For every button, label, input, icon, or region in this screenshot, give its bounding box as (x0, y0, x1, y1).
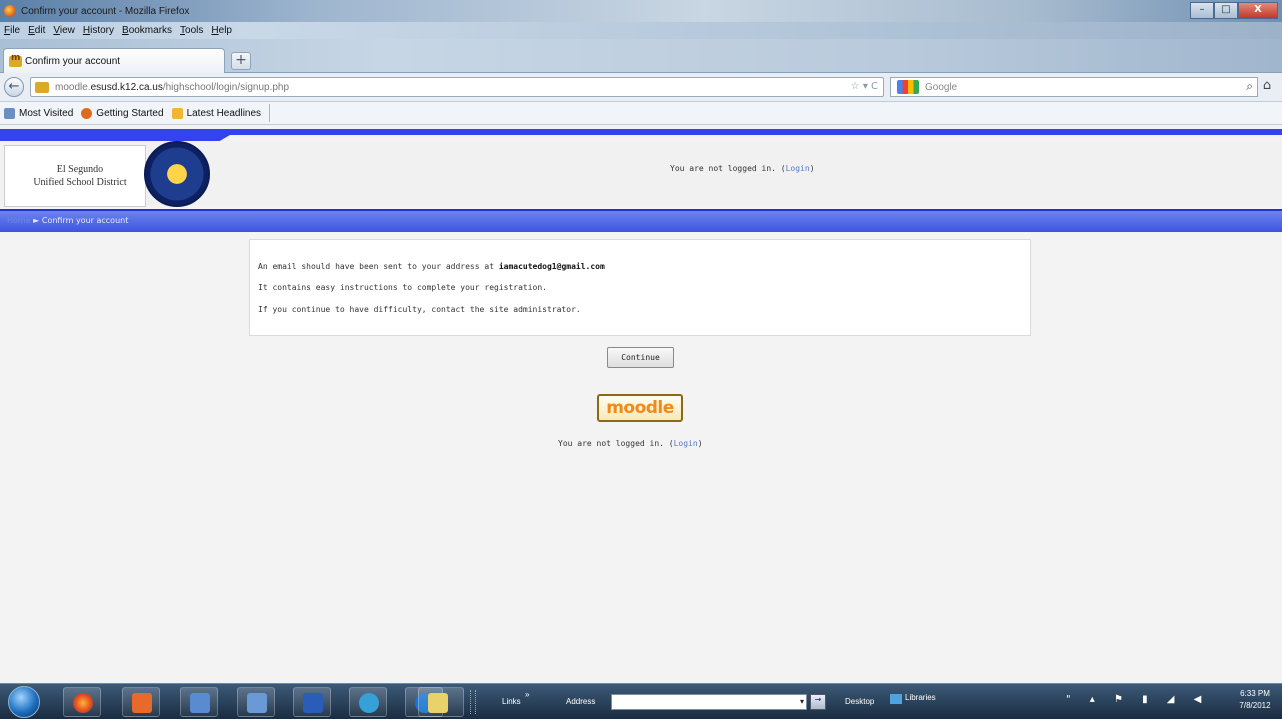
taskbar-explorer[interactable] (237, 687, 275, 717)
footer-login-info: You are not logged in. (Login) (558, 439, 703, 448)
window-titlebar: Confirm your account - Mozilla Firefox –… (0, 0, 1282, 22)
taskbar-separator (470, 690, 476, 714)
maximize-button[interactable]: □ (1214, 2, 1238, 19)
bookmarks-toolbar: Most Visited Getting Started Latest Head… (0, 102, 1282, 125)
window-controls: – □ X (1190, 2, 1278, 19)
libraries-icon (890, 694, 902, 704)
minimize-button[interactable]: – (1190, 2, 1214, 19)
taskbar-notes[interactable] (418, 687, 464, 717)
desktop-toolbar[interactable]: Desktop (845, 697, 874, 706)
dropdown-arrow-icon[interactable]: ▾ (800, 697, 804, 706)
instructions-message: It contains easy instructions to complet… (258, 283, 547, 292)
search-bar[interactable]: Google ⌕ (890, 77, 1258, 97)
links-toolbar[interactable]: Links (502, 697, 521, 706)
close-button[interactable]: X (1238, 2, 1278, 19)
tab-confirm-account[interactable]: Confirm your account (3, 48, 225, 73)
breadcrumb-bar: Home ► Confirm your account (0, 209, 1282, 232)
menu-edit[interactable]: Edit (28, 25, 45, 36)
continue-button[interactable]: Continue (607, 347, 674, 368)
taskbar-outlook[interactable] (180, 687, 218, 717)
school-logo[interactable]: El Segundo Unified School District (4, 145, 146, 207)
url-bar[interactable]: moodle.esusd.k12.ca.us/highschool/login/… (30, 77, 884, 97)
calendar-icon (132, 693, 152, 713)
login-link[interactable]: Login (786, 164, 810, 173)
window-title: Confirm your account - Mozilla Firefox (21, 5, 190, 17)
taskbar-paint[interactable] (349, 687, 387, 717)
start-button[interactable] (8, 686, 40, 718)
breadcrumb-separator: ► (33, 216, 40, 225)
search-input[interactable]: Google (925, 82, 957, 93)
clock-date: 7/8/2012 (1239, 701, 1271, 710)
bookmark-latest-headlines[interactable]: Latest Headlines (171, 107, 261, 119)
paint-icon (359, 693, 379, 713)
taskbar-calendar[interactable] (122, 687, 160, 717)
tab-bar: Confirm your account + (0, 39, 1282, 73)
taskbar-firefox[interactable] (63, 687, 101, 717)
back-button[interactable]: ← (4, 77, 24, 97)
clock[interactable]: 6:33 PM 7/8/2012 (1233, 688, 1277, 712)
tab-label: Confirm your account (25, 55, 121, 67)
firefox-icon (73, 693, 93, 713)
system-tray-icons[interactable]: " ▴ ⚑ ▮ ◢ ◀ (1066, 694, 1209, 705)
footer-login-link[interactable]: Login (674, 439, 698, 448)
district-seal-icon (144, 141, 210, 207)
menu-file[interactable]: File (4, 25, 20, 36)
breadcrumb-current: Confirm your account (41, 216, 129, 225)
menu-bar: File Edit View History Bookmarks Tools H… (0, 22, 1282, 39)
home-icon[interactable]: ⌂ (1258, 78, 1276, 96)
url-text[interactable]: moodle.esusd.k12.ca.us/highschool/login/… (55, 82, 289, 93)
school-name: El Segundo Unified School District (33, 164, 127, 188)
bookmark-most-visited[interactable]: Most Visited (4, 107, 73, 119)
breadcrumb-home[interactable]: Home (7, 216, 31, 225)
web-page: El Segundo Unified School District You a… (0, 125, 1282, 683)
email-address: iamacutedog1@gmail.com (498, 262, 605, 271)
menu-tools[interactable]: Tools (180, 25, 203, 36)
site-header: El Segundo Unified School District You a… (0, 141, 1282, 207)
address-input[interactable]: ▾ (611, 694, 807, 710)
google-icon[interactable] (897, 80, 919, 94)
login-info: You are not logged in. (Login) (670, 164, 815, 173)
toolbar-divider (269, 104, 271, 122)
address-label: Address (566, 697, 596, 706)
menu-history[interactable]: History (83, 25, 114, 36)
rss-icon (171, 107, 183, 119)
taskbar-word[interactable] (293, 687, 331, 717)
site-identity-icon[interactable] (35, 81, 49, 93)
menu-bookmarks[interactable]: Bookmarks (122, 25, 172, 36)
breadcrumb: Home ► Confirm your account (7, 216, 128, 225)
new-tab-button[interactable]: + (231, 52, 251, 70)
bookmark-getting-started[interactable]: Getting Started (81, 107, 164, 119)
menu-view[interactable]: View (53, 25, 75, 36)
most-visited-icon (4, 107, 15, 119)
outlook-icon (190, 693, 210, 713)
navigation-bar: ← moodle.esusd.k12.ca.us/highschool/logi… (0, 73, 1282, 102)
clock-time: 6:33 PM (1240, 689, 1270, 698)
notes-icon (428, 693, 448, 713)
folder-icon (247, 693, 267, 713)
moodle-logo[interactable]: moodle (597, 394, 683, 422)
libraries-toolbar[interactable]: Libraries (905, 693, 936, 702)
word-icon (303, 693, 323, 713)
links-chevron-icon[interactable]: » (525, 690, 529, 699)
message-box: An email should have been sent to your a… (249, 239, 1031, 336)
bookmark-star-icon[interactable]: ☆ ▾ C (851, 81, 878, 92)
menu-help[interactable]: Help (211, 25, 232, 36)
search-icon[interactable]: ⌕ (1246, 79, 1253, 94)
firefox-icon (81, 107, 93, 119)
header-top-border (0, 129, 1282, 135)
firefox-icon (4, 5, 16, 17)
difficulty-message: If you continue to have difficulty, cont… (258, 305, 581, 314)
email-sent-message: An email should have been sent to your a… (258, 262, 605, 271)
windows-taskbar: Links » Address ▾ → Desktop Libraries " … (0, 683, 1282, 719)
moodle-favicon-icon (9, 53, 22, 67)
go-button[interactable]: → (810, 694, 826, 710)
